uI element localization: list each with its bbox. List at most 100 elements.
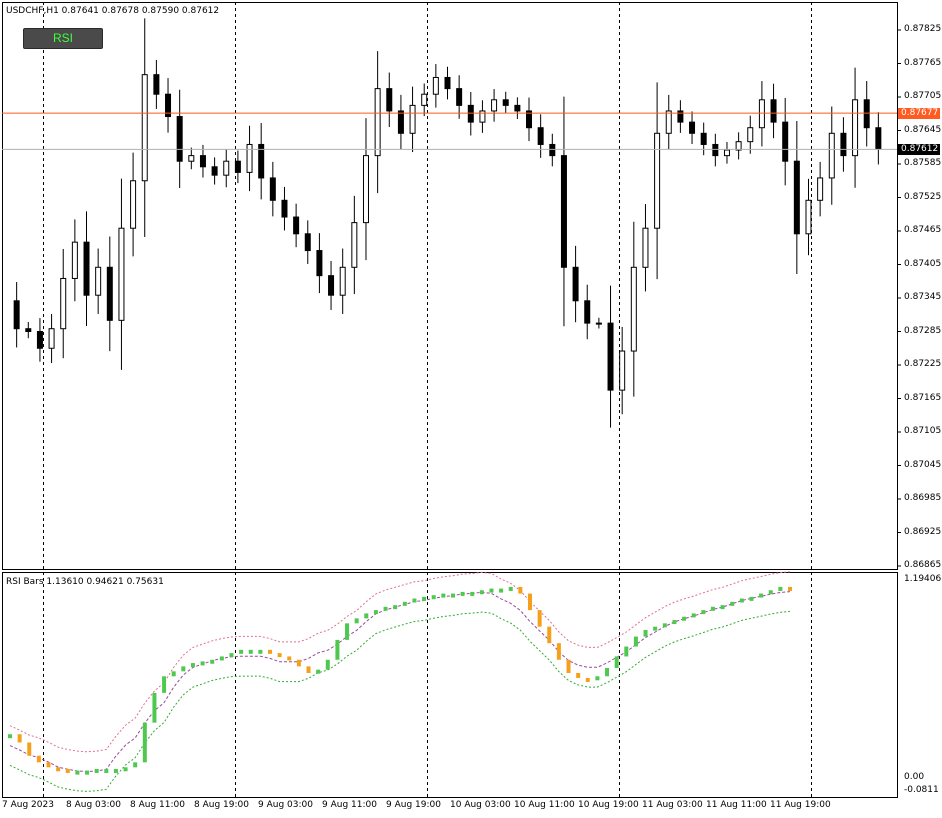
rsi-bar <box>27 742 32 756</box>
price-tick-label: 0.86925 <box>904 526 942 537</box>
candle-body <box>316 250 323 277</box>
candle-body <box>281 199 288 218</box>
rsi-bars-series <box>8 586 792 775</box>
rsi-bar <box>8 734 12 739</box>
rsi-bar <box>75 770 80 775</box>
rsi-middle-band <box>9 591 791 773</box>
candle-body <box>584 300 591 324</box>
rsi-bar <box>36 755 41 763</box>
rsi-bar <box>595 676 600 681</box>
candle-body <box>560 155 567 268</box>
price-tick-label: 0.87765 <box>904 57 942 68</box>
time-tick-label: 11 Aug 11:00 <box>706 800 767 810</box>
rsi-bar <box>181 666 186 672</box>
rsi-upper-band <box>9 571 791 753</box>
candle-body <box>362 155 369 224</box>
rsi-bar <box>431 595 436 600</box>
time-tick-label: 11 Aug 19:00 <box>770 800 831 810</box>
candle-body <box>199 155 206 168</box>
rsi-bar <box>335 639 340 660</box>
candle-body <box>246 143 253 173</box>
candle-body <box>36 331 43 349</box>
rsi-tick-label: 1.19406 <box>904 574 942 584</box>
price-tick-label: 0.86985 <box>904 493 942 503</box>
candle-body <box>770 99 777 123</box>
candle-body <box>106 266 113 321</box>
rsi-bar <box>470 591 475 596</box>
candle-body <box>25 328 32 333</box>
rsi-bar <box>537 610 542 627</box>
candle-body <box>351 222 358 268</box>
candle-body <box>619 350 626 391</box>
rsi-bar <box>720 605 725 610</box>
candle-body <box>95 266 102 296</box>
rsi-bar <box>441 593 446 598</box>
rsi-bar <box>710 606 715 611</box>
rsi-bar <box>450 593 455 598</box>
price-tick-label: 0.87345 <box>904 292 942 302</box>
rsi-bar <box>576 672 581 678</box>
rsi-bar <box>219 656 224 661</box>
rsi-bar <box>788 586 792 591</box>
rsi-bar <box>768 590 773 595</box>
rsi-bar <box>547 626 552 644</box>
rsi-bar <box>325 659 330 670</box>
time-tick-label: 10 Aug 11:00 <box>514 800 575 810</box>
time-tick-label: 10 Aug 19:00 <box>578 800 639 810</box>
rsi-bar <box>393 605 398 610</box>
candle-body <box>130 180 137 229</box>
rsi-bar <box>691 613 696 618</box>
rsi-bar <box>46 762 51 768</box>
price-tick-label: 0.87165 <box>904 392 942 403</box>
rsi-bar <box>508 586 513 591</box>
symbol-header: USDCHF,H1 0.87641 0.87678 0.87590 0.8761… <box>6 6 220 16</box>
time-tick-label: 7 Aug 2023 <box>2 800 54 810</box>
rsi-bar <box>190 663 195 668</box>
price-tick-label: 0.87405 <box>904 258 942 269</box>
rsi-bar <box>633 636 638 647</box>
candle-body <box>432 76 439 95</box>
price-tick-label: 0.87225 <box>904 359 942 369</box>
candle-body <box>444 76 451 90</box>
candle-body <box>293 216 300 235</box>
price-tick-label: 0.87585 <box>904 158 942 168</box>
candle-body <box>48 328 55 349</box>
candle-body <box>211 166 218 176</box>
rsi-bar <box>171 671 176 677</box>
rsi-bar <box>739 598 744 603</box>
chart-frame <box>2 2 901 798</box>
candle-body <box>805 199 812 235</box>
price-tick-label: 0.87105 <box>904 426 942 436</box>
candle-body <box>397 110 404 134</box>
rsi-bar <box>17 734 22 743</box>
rsi-bar <box>778 586 783 591</box>
rsi-bar <box>489 588 494 593</box>
candle-body <box>71 241 78 279</box>
rsi-bar <box>701 610 706 615</box>
rsi-bar <box>653 626 658 631</box>
rsi-bar <box>316 669 321 674</box>
candle-body <box>875 127 882 150</box>
time-tick-label: 10 Aug 03:00 <box>450 800 511 810</box>
rsi-bar <box>56 767 61 772</box>
rsi-bar <box>479 590 484 595</box>
rsi-bar <box>345 623 350 640</box>
rsi-bar <box>682 616 687 621</box>
rsi-bar <box>133 762 138 768</box>
candle-body <box>188 155 195 162</box>
candle-body <box>223 160 230 176</box>
candle-body <box>537 127 544 145</box>
candle-body <box>700 132 707 145</box>
candle-body <box>852 99 859 157</box>
candle-body <box>304 233 311 252</box>
candle-body <box>595 322 602 325</box>
rsi-bar <box>759 593 764 598</box>
candlestick-series <box>13 18 882 428</box>
candle-body <box>630 266 637 352</box>
candle-body <box>234 160 241 173</box>
rsi-bar <box>749 596 754 601</box>
rsi-button[interactable]: RSI <box>23 28 103 49</box>
price-tick-label: 0.86865 <box>904 560 942 570</box>
rsi-bar <box>383 606 388 611</box>
candle-body <box>642 227 649 268</box>
